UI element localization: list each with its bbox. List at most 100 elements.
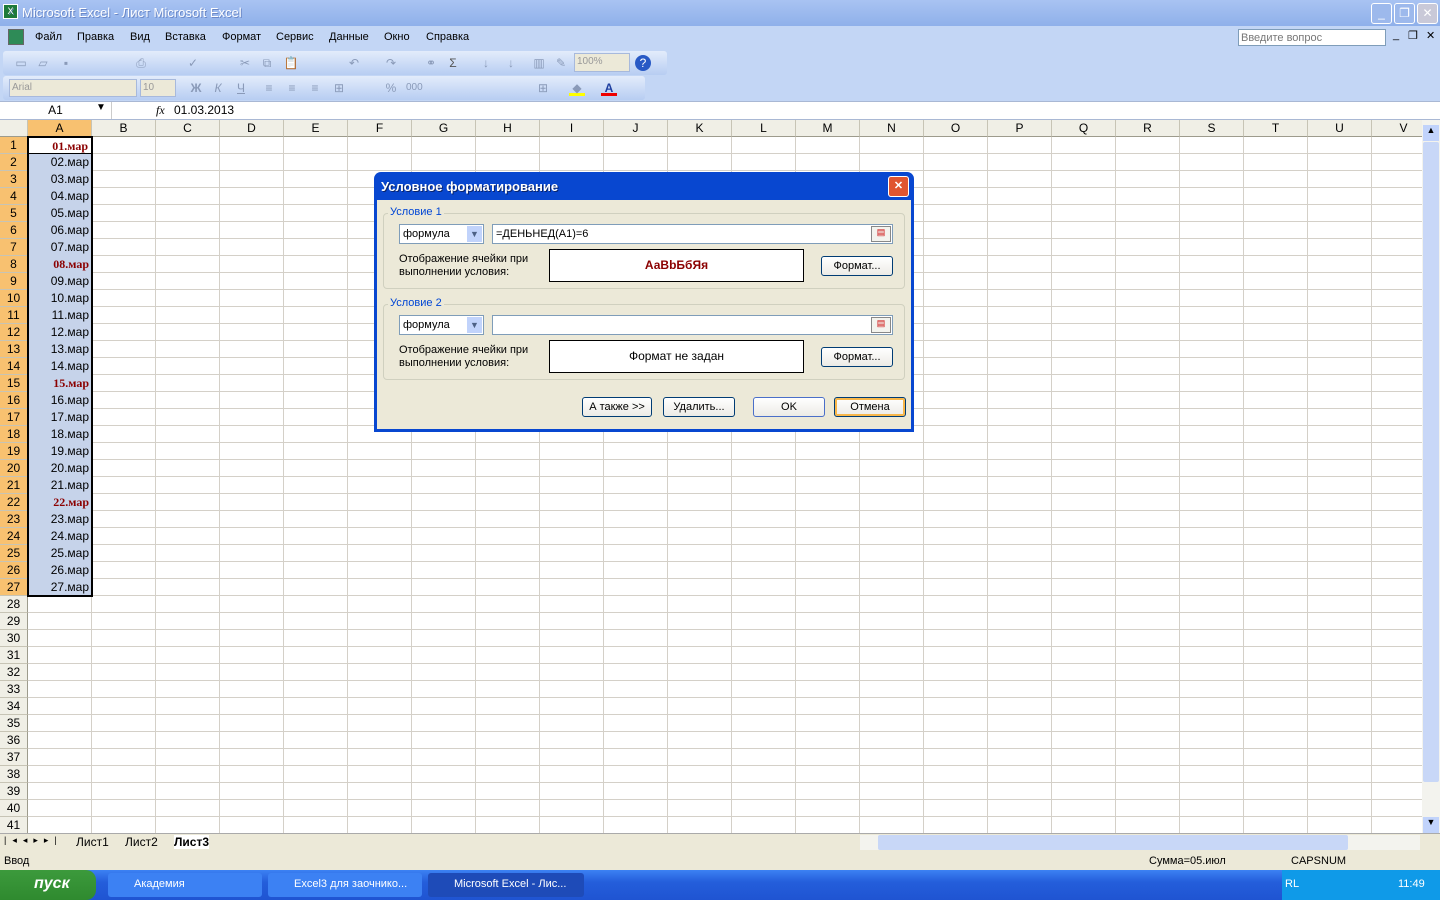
row-header[interactable]: 21	[0, 477, 28, 494]
dialog-close-button[interactable]: ✕	[888, 176, 909, 197]
language-indicator[interactable]: RL	[1285, 878, 1299, 890]
sort-desc-icon[interactable]: ↓	[503, 55, 519, 71]
cell-a15[interactable]: 15.мар	[28, 375, 92, 392]
tab-sheet1[interactable]: Лист1	[76, 835, 109, 849]
column-header[interactable]: T	[1244, 120, 1308, 137]
menu-file[interactable]: Файл	[35, 31, 62, 43]
condition-1-type-select[interactable]: формула ▼	[399, 224, 484, 244]
menu-window[interactable]: Окно	[384, 31, 410, 43]
column-header[interactable]: F	[348, 120, 412, 137]
column-header[interactable]: S	[1180, 120, 1244, 137]
cell-a18[interactable]: 18.мар	[28, 426, 92, 443]
menu-help[interactable]: Справка	[426, 31, 469, 43]
cut-icon[interactable]: ✂	[237, 55, 253, 71]
restore-button[interactable]: ❐	[1394, 3, 1415, 24]
row-header[interactable]: 20	[0, 460, 28, 477]
column-header[interactable]: B	[92, 120, 156, 137]
row-header[interactable]: 30	[0, 630, 28, 647]
align-left-icon[interactable]: ≡	[261, 80, 277, 96]
help-icon[interactable]: ?	[635, 55, 651, 71]
zoom-select[interactable]: 100%	[574, 53, 630, 72]
condition-2-type-select[interactable]: формула ▼	[399, 315, 484, 335]
cell-a5[interactable]: 05.мар	[28, 205, 92, 222]
copy-icon[interactable]: ⧉	[259, 55, 275, 71]
row-header[interactable]: 25	[0, 545, 28, 562]
thousands-button[interactable]: 000	[406, 80, 423, 96]
row-header[interactable]: 17	[0, 409, 28, 426]
row-header[interactable]: 37	[0, 749, 28, 766]
new-icon[interactable]: ▭	[13, 55, 29, 71]
start-button[interactable]: пуск	[0, 870, 96, 900]
chevron-down-icon[interactable]: ▼	[467, 317, 482, 333]
spelling-icon[interactable]: ✓	[185, 55, 201, 71]
row-header[interactable]: 35	[0, 715, 28, 732]
align-right-icon[interactable]: ≡	[307, 80, 323, 96]
cell-a8[interactable]: 08.мар	[28, 256, 92, 273]
column-header[interactable]: Q	[1052, 120, 1116, 137]
column-header[interactable]: K	[668, 120, 732, 137]
cell-a25[interactable]: 25.мар	[28, 545, 92, 562]
menu-tools[interactable]: Сервис	[276, 31, 314, 43]
delete-button[interactable]: Удалить...	[663, 397, 735, 417]
align-center-icon[interactable]: ≡	[284, 80, 300, 96]
menu-insert[interactable]: Вставка	[165, 31, 206, 43]
row-header[interactable]: 26	[0, 562, 28, 579]
column-header[interactable]: U	[1308, 120, 1372, 137]
doc-restore[interactable]: ❐	[1408, 29, 1418, 42]
help-search-input[interactable]: Введите вопрос	[1238, 29, 1386, 46]
column-header[interactable]: H	[476, 120, 540, 137]
paste-icon[interactable]: 📋	[283, 55, 299, 71]
taskbar-item-excel[interactable]: Microsoft Excel - Лис...	[428, 873, 584, 897]
row-header[interactable]: 5	[0, 205, 28, 222]
range-select-icon[interactable]: ▤	[871, 226, 891, 242]
cell-a6[interactable]: 06.мар	[28, 222, 92, 239]
condition-2-format-button[interactable]: Формат...	[821, 347, 893, 367]
tab-sheet3[interactable]: Лист3	[174, 835, 210, 849]
column-header[interactable]: D	[220, 120, 284, 137]
menu-edit[interactable]: Правка	[77, 31, 114, 43]
underline-button[interactable]: Ч	[233, 80, 249, 96]
cell-a27[interactable]: 27.мар	[28, 579, 92, 596]
cell-a24[interactable]: 24.мар	[28, 528, 92, 545]
tab-sheet2[interactable]: Лист2	[125, 835, 158, 849]
row-header[interactable]: 9	[0, 273, 28, 290]
horizontal-scrollbar[interactable]	[860, 835, 1420, 850]
row-header[interactable]: 29	[0, 613, 28, 630]
italic-button[interactable]: К	[210, 80, 226, 96]
column-header[interactable]: L	[732, 120, 796, 137]
cell-a2[interactable]: 02.мар	[28, 154, 92, 171]
taskbar-item-folder[interactable]: Академия	[108, 873, 262, 897]
column-header[interactable]: R	[1116, 120, 1180, 137]
chevron-down-icon[interactable]: ▼	[467, 226, 482, 242]
undo-icon[interactable]: ↶	[346, 55, 362, 71]
fx-icon[interactable]: fx	[156, 103, 165, 118]
condition-2-formula-input[interactable]: ▤	[492, 315, 893, 335]
row-header[interactable]: 18	[0, 426, 28, 443]
hyperlink-icon[interactable]: ⚭	[423, 55, 439, 71]
row-header[interactable]: 23	[0, 511, 28, 528]
add-condition-button[interactable]: А также >>	[582, 397, 652, 417]
row-header[interactable]: 39	[0, 783, 28, 800]
cell-a11[interactable]: 11.мар	[28, 307, 92, 324]
column-header[interactable]: P	[988, 120, 1052, 137]
redo-icon[interactable]: ↷	[383, 55, 399, 71]
font-select[interactable]: Arial	[9, 79, 137, 97]
chart-icon[interactable]: ▥	[531, 55, 547, 71]
row-header[interactable]: 40	[0, 800, 28, 817]
cell-a19[interactable]: 19.мар	[28, 443, 92, 460]
formula-input[interactable]: 01.03.2013	[174, 103, 234, 117]
row-header[interactable]: 7	[0, 239, 28, 256]
column-header[interactable]: A	[28, 120, 92, 137]
merge-icon[interactable]: ⊞	[331, 80, 347, 96]
column-header[interactable]: N	[860, 120, 924, 137]
fill-color-icon[interactable]: ◆	[569, 80, 585, 96]
range-select-icon[interactable]: ▤	[871, 317, 891, 333]
menu-data[interactable]: Данные	[329, 31, 369, 43]
font-color-icon[interactable]: A	[601, 80, 617, 96]
row-header[interactable]: 33	[0, 681, 28, 698]
row-header[interactable]: 28	[0, 596, 28, 613]
cell-a13[interactable]: 13.мар	[28, 341, 92, 358]
row-header[interactable]: 11	[0, 307, 28, 324]
row-header[interactable]: 27	[0, 579, 28, 596]
row-header[interactable]: 41	[0, 817, 28, 833]
